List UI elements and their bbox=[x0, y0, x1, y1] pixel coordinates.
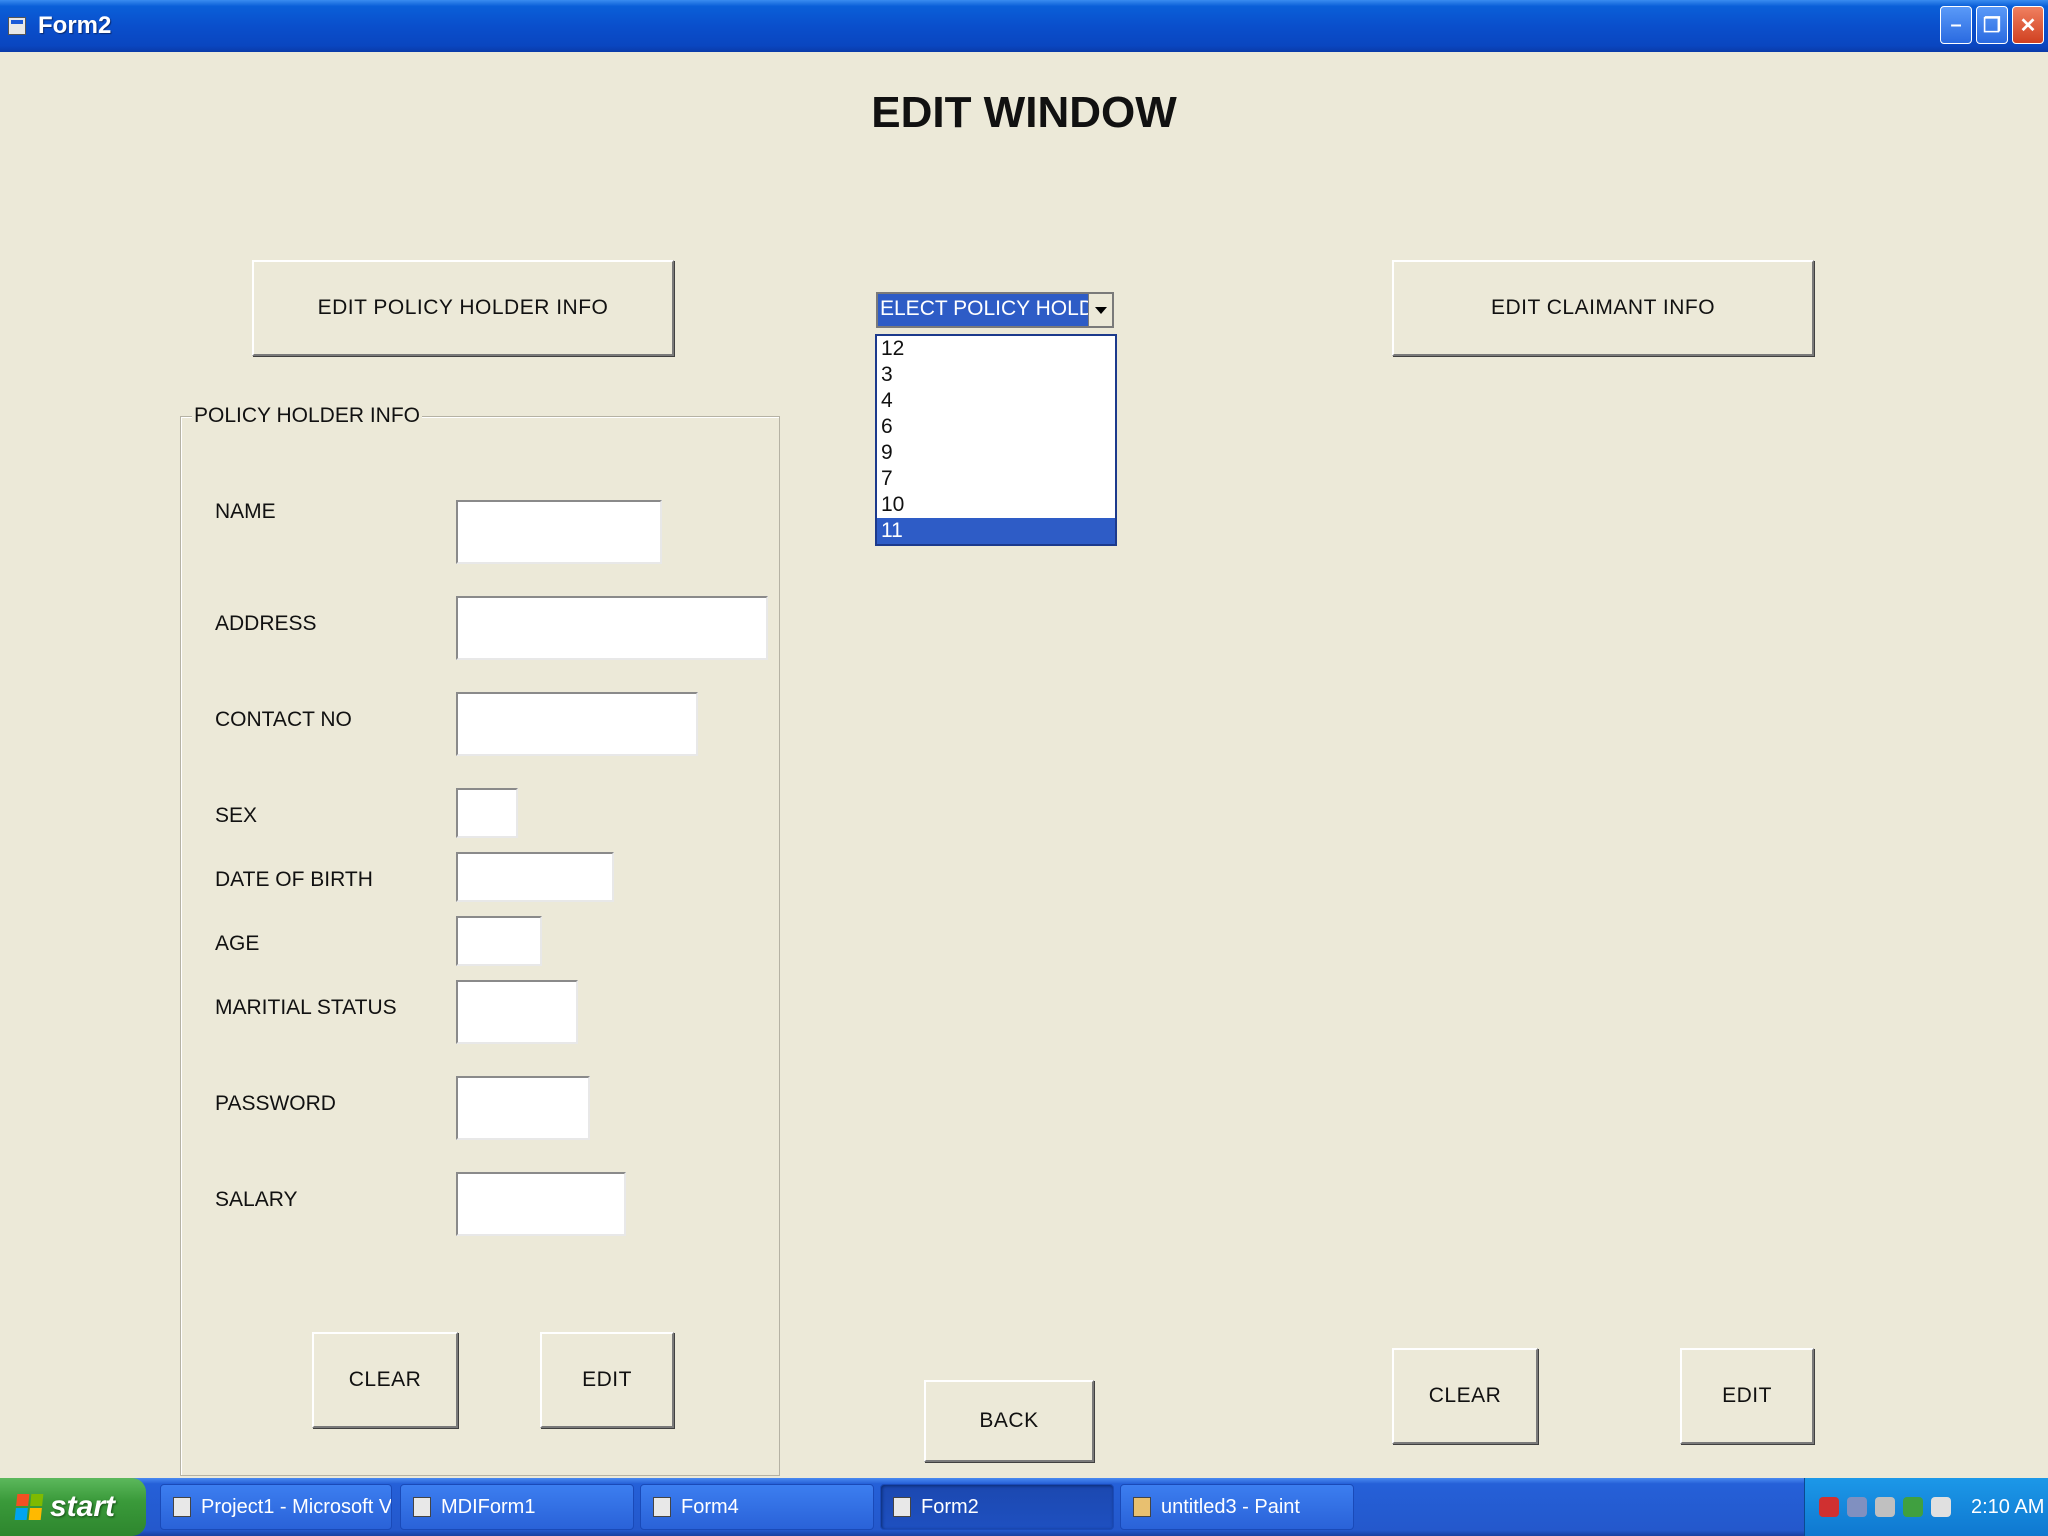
start-button[interactable]: start bbox=[0, 1478, 146, 1536]
list-item[interactable]: 3 bbox=[877, 362, 1115, 388]
chevron-down-icon[interactable] bbox=[1088, 294, 1112, 326]
title-bar: Form2 – ❐ ✕ bbox=[0, 0, 2048, 52]
close-button[interactable]: ✕ bbox=[2012, 6, 2044, 44]
windows-logo-icon bbox=[14, 1494, 44, 1520]
page-title: EDIT WINDOW bbox=[871, 88, 1177, 137]
marital-status-label: MARITIAL STATUS bbox=[215, 996, 397, 1019]
form-icon bbox=[413, 1497, 431, 1517]
password-field[interactable] bbox=[456, 1076, 590, 1140]
vb-project-icon bbox=[173, 1497, 191, 1517]
taskbar-item-paint[interactable]: untitled3 - Paint bbox=[1120, 1484, 1354, 1530]
sex-field[interactable] bbox=[456, 788, 518, 838]
taskbar-item-form4[interactable]: Form4 bbox=[640, 1484, 874, 1530]
form-icon bbox=[893, 1497, 911, 1517]
edit-claimant-button[interactable]: EDIT CLAIMANT INFO bbox=[1392, 260, 1814, 356]
taskbar-item-mdiform1[interactable]: MDIForm1 bbox=[400, 1484, 634, 1530]
clear-policy-holder-button[interactable]: CLEAR bbox=[312, 1332, 458, 1428]
address-label: ADDRESS bbox=[215, 612, 317, 635]
restore-button[interactable]: ❐ bbox=[1976, 6, 2008, 44]
network-icon[interactable] bbox=[1847, 1497, 1867, 1517]
list-item[interactable]: 12 bbox=[877, 336, 1115, 362]
window-controls: – ❐ ✕ bbox=[1940, 6, 2044, 44]
taskbar-item-project1[interactable]: Project1 - Microsoft V... bbox=[160, 1484, 392, 1530]
contact-no-field[interactable] bbox=[456, 692, 698, 756]
edit-claimant-submit-button[interactable]: EDIT bbox=[1680, 1348, 1814, 1444]
clock[interactable]: 2:10 AM bbox=[1971, 1496, 2044, 1519]
form-icon bbox=[653, 1497, 671, 1517]
back-button[interactable]: BACK bbox=[924, 1380, 1094, 1462]
combo-selected-text: ELECT POLICY HOLDER ID bbox=[878, 294, 1088, 326]
policy-holder-id-combo[interactable]: ELECT POLICY HOLDER ID bbox=[876, 292, 1114, 328]
taskbar-item-label: MDIForm1 bbox=[441, 1495, 536, 1518]
taskbar-item-label: Form4 bbox=[681, 1495, 739, 1518]
list-item-selected[interactable]: 11 bbox=[877, 518, 1115, 544]
taskbar-item-label: Project1 - Microsoft V... bbox=[201, 1495, 392, 1518]
antivirus-icon[interactable] bbox=[1903, 1497, 1923, 1517]
close-icon: ✕ bbox=[2019, 14, 2037, 37]
taskbar-item-form2[interactable]: Form2 bbox=[880, 1484, 1114, 1530]
sex-label: SEX bbox=[215, 804, 258, 827]
list-item[interactable]: 9 bbox=[877, 440, 1115, 466]
frame-legend: POLICY HOLDER INFO bbox=[192, 404, 422, 428]
taskbar: start Project1 - Microsoft V... MDIForm1… bbox=[0, 1478, 2048, 1536]
display-icon[interactable] bbox=[1931, 1497, 1951, 1517]
password-label: PASSWORD bbox=[215, 1092, 336, 1115]
paint-icon bbox=[1133, 1497, 1151, 1517]
name-label: NAME bbox=[215, 500, 276, 523]
taskbar-item-label: Form2 bbox=[921, 1495, 979, 1518]
edit-policy-holder-submit-button[interactable]: EDIT bbox=[540, 1332, 674, 1428]
start-label: start bbox=[50, 1490, 116, 1523]
speaker-icon[interactable] bbox=[1875, 1497, 1895, 1517]
form-icon bbox=[8, 17, 26, 35]
shield-icon[interactable] bbox=[1819, 1497, 1839, 1517]
list-item[interactable]: 6 bbox=[877, 414, 1115, 440]
contact-no-label: CONTACT NO bbox=[215, 708, 352, 731]
policy-holder-id-list: 12 3 4 6 9 7 10 11 bbox=[875, 334, 1117, 546]
list-item[interactable]: 7 bbox=[877, 466, 1115, 492]
clear-claimant-button[interactable]: CLEAR bbox=[1392, 1348, 1538, 1444]
restore-icon: ❐ bbox=[1983, 14, 2001, 37]
marital-status-field[interactable] bbox=[456, 980, 578, 1044]
system-tray: 2:10 AM bbox=[1804, 1478, 2048, 1536]
date-of-birth-field[interactable] bbox=[456, 852, 614, 902]
list-item[interactable]: 10 bbox=[877, 492, 1115, 518]
date-of-birth-label: DATE OF BIRTH bbox=[215, 868, 373, 891]
minimize-button[interactable]: – bbox=[1940, 6, 1972, 44]
window-title: Form2 bbox=[38, 12, 112, 39]
salary-label: SALARY bbox=[215, 1188, 298, 1211]
age-label: AGE bbox=[215, 932, 260, 955]
taskbar-item-label: untitled3 - Paint bbox=[1161, 1495, 1300, 1518]
minimize-icon: – bbox=[1950, 13, 1962, 36]
salary-field[interactable] bbox=[456, 1172, 626, 1236]
address-field[interactable] bbox=[456, 596, 768, 660]
edit-policy-holder-button[interactable]: EDIT POLICY HOLDER INFO bbox=[252, 260, 674, 356]
name-field[interactable] bbox=[456, 500, 662, 564]
list-item[interactable]: 4 bbox=[877, 388, 1115, 414]
age-field[interactable] bbox=[456, 916, 542, 966]
